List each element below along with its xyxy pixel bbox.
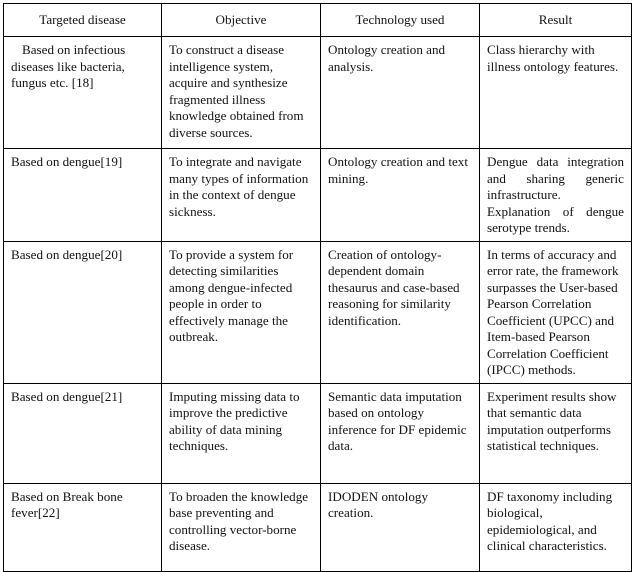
cell-targeted-disease: Based on dengue[21] xyxy=(3,382,162,484)
column-header-objective: Objective xyxy=(161,3,321,37)
table-row: Based on dengue[21] Imputing missing dat… xyxy=(3,382,632,484)
cell-result: Dengue data integration and sharing gene… xyxy=(479,148,632,242)
cell-objective: Imputing missing data to improve the pre… xyxy=(161,382,321,484)
table-row: Based on dengue[20] To provide a system … xyxy=(3,240,632,384)
table-row: Based on dengue[19] To integrate and nav… xyxy=(3,148,632,242)
table-header-row: Targeted disease Objective Technology us… xyxy=(3,3,632,37)
cell-objective: To integrate and navigate many types of … xyxy=(161,148,321,242)
cell-result: DF taxonomy including biological, epidem… xyxy=(479,482,632,572)
cell-objective: To construct a disease intelligence syst… xyxy=(161,36,321,149)
table-row: Based on infectious diseases like bacter… xyxy=(3,36,632,149)
table-row: Based on Break bone fever[22] To broaden… xyxy=(3,482,632,572)
cell-targeted-disease: Based on dengue[19] xyxy=(3,148,162,242)
cell-result: Class hierarchy with illness ontology fe… xyxy=(479,36,632,149)
table-body: Based on infectious diseases like bacter… xyxy=(3,36,632,572)
column-header-result: Result xyxy=(479,3,632,37)
comparison-table: Targeted disease Objective Technology us… xyxy=(3,3,632,572)
cell-targeted-disease: Based on dengue[20] xyxy=(3,240,162,384)
cell-technology-used: Ontology creation and text mining. xyxy=(320,148,480,242)
cell-technology-used: Ontology creation and analysis. xyxy=(320,36,480,149)
cell-targeted-disease: Based on infectious diseases like bacter… xyxy=(3,36,162,149)
cell-objective: To provide a system for detecting simila… xyxy=(161,240,321,384)
cell-technology-used: Semantic data imputation based on ontolo… xyxy=(320,382,480,484)
cell-targeted-disease: Based on Break bone fever[22] xyxy=(3,482,162,572)
column-header-technology-used: Technology used xyxy=(320,3,480,37)
cell-result: Experiment results show that semantic da… xyxy=(479,382,632,484)
cell-technology-used: IDODEN ontology creation. xyxy=(320,482,480,572)
column-header-targeted-disease: Targeted disease xyxy=(3,3,162,37)
cell-objective: To broaden the knowledge base preventing… xyxy=(161,482,321,572)
cell-result: In terms of accuracy and error rate, the… xyxy=(479,240,632,384)
table-header: Targeted disease Objective Technology us… xyxy=(3,3,632,37)
document-page: Targeted disease Objective Technology us… xyxy=(0,0,640,572)
cell-technology-used: Creation of ontology-dependent domain th… xyxy=(320,240,480,384)
